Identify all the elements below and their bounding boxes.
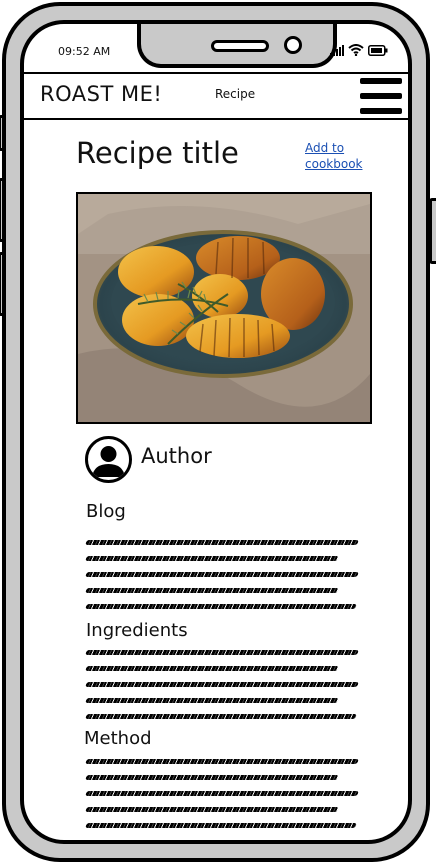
- scribble-line: [85, 682, 359, 687]
- hamburger-menu-icon[interactable]: [360, 78, 402, 114]
- nav-recipe-link[interactable]: Recipe: [215, 87, 255, 101]
- avatar-silhouette-icon: [92, 446, 125, 477]
- blog-heading: Blog: [86, 501, 126, 522]
- scribble-line: [85, 775, 339, 780]
- scribble-line: [85, 572, 359, 577]
- ingredients-text: [85, 650, 366, 730]
- scribble-line: [85, 556, 339, 561]
- scribble-line: [85, 666, 339, 671]
- scribble-line: [85, 791, 359, 796]
- scribble-line: [85, 823, 357, 828]
- wifi-icon: [348, 44, 364, 56]
- recipe-photo: [76, 192, 372, 424]
- camera-icon: [284, 36, 302, 54]
- scribble-line: [85, 540, 359, 545]
- blog-text: [85, 540, 366, 620]
- method-heading: Method: [84, 728, 152, 749]
- scribble-line: [85, 807, 339, 812]
- power-button[interactable]: [429, 198, 436, 264]
- speaker-icon: [211, 40, 269, 52]
- scribble-line: [85, 714, 357, 719]
- scribble-line: [85, 698, 339, 703]
- scribble-line: [85, 588, 339, 593]
- phone-screen: 09:52 AM ROAST ME! Recipe Recipe title A…: [20, 20, 412, 844]
- user-avatar-icon[interactable]: [85, 436, 132, 483]
- scribble-line: [85, 650, 359, 655]
- menu-bar: [360, 93, 402, 99]
- add-to-cookbook-link[interactable]: Add to cookbook: [305, 140, 375, 172]
- app-header: ROAST ME! Recipe: [24, 72, 408, 120]
- ingredients-heading: Ingredients: [86, 620, 188, 641]
- phone-notch: [137, 24, 337, 68]
- signal-icon: [330, 45, 344, 56]
- author-name[interactable]: Author: [141, 444, 212, 468]
- menu-bar: [360, 78, 402, 84]
- battery-icon: [368, 45, 388, 56]
- brand-logo[interactable]: ROAST ME!: [40, 82, 162, 106]
- roast-potatoes-photo: [78, 194, 370, 422]
- phone-frame: 09:52 AM ROAST ME! Recipe Recipe title A…: [2, 2, 430, 862]
- status-icons: [330, 44, 388, 56]
- method-text: [85, 759, 366, 839]
- scribble-line: [85, 604, 357, 609]
- menu-bar: [360, 108, 402, 114]
- scribble-line: [85, 759, 359, 764]
- page-title: Recipe title: [76, 136, 239, 170]
- status-time: 09:52 AM: [58, 45, 111, 58]
